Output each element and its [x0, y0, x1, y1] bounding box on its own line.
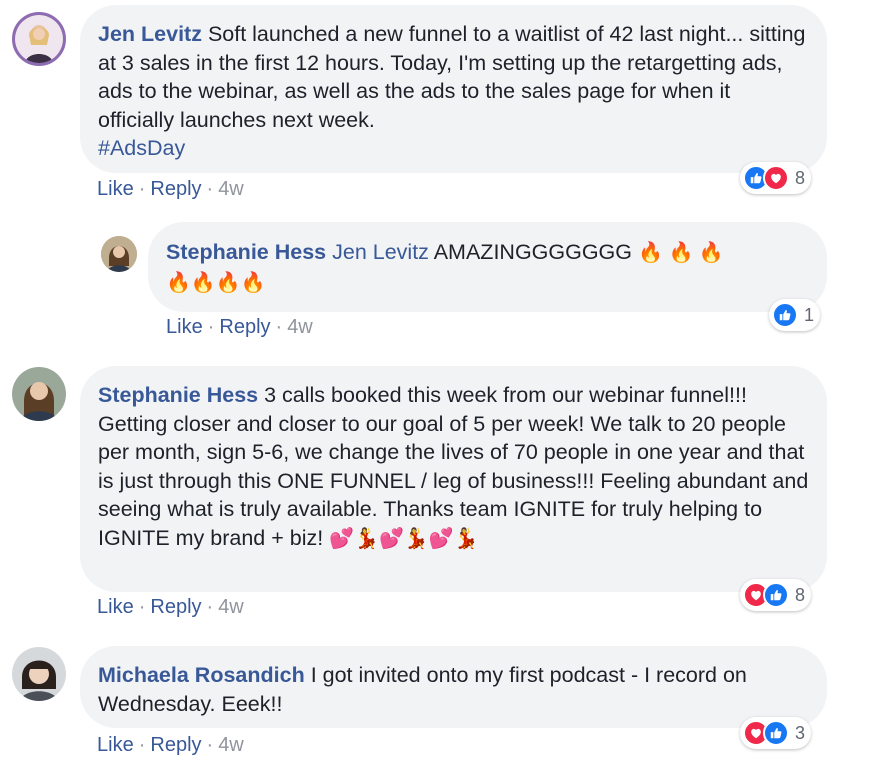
avatar[interactable] — [12, 367, 66, 421]
reaction-summary[interactable]: 8 — [740, 579, 812, 611]
like-link[interactable]: Like — [166, 316, 203, 338]
comment-actions: Like · Reply · 4w — [97, 596, 244, 618]
reply-link[interactable]: Reply — [150, 178, 201, 200]
comment-author[interactable]: Stephanie Hess — [98, 383, 258, 407]
comment-timestamp[interactable]: 4w — [218, 596, 244, 618]
like-icon — [763, 582, 789, 608]
comment-bubble: Stephanie Hess 3 calls booked this week … — [80, 366, 827, 592]
comment-text: Soft launched a new funnel to a waitlist… — [98, 22, 806, 132]
like-link[interactable]: Like — [97, 734, 134, 756]
comment-author[interactable]: Jen Levitz — [98, 22, 202, 46]
comment-author[interactable]: Michaela Rosandich — [98, 663, 305, 687]
reply-bubble: Stephanie Hess Jen Levitz AMAZINGGGGGGG … — [148, 222, 827, 312]
comment-text: AMAZINGGGGGGG — [433, 240, 633, 264]
comment-text: 3 calls booked this week from our webina… — [98, 383, 809, 550]
reaction-summary[interactable]: 8 — [740, 162, 812, 194]
comment-actions: Like · Reply · 4w — [97, 178, 244, 200]
reply-link[interactable]: Reply — [150, 734, 201, 756]
avatar[interactable] — [12, 12, 66, 66]
reply-link[interactable]: Reply — [219, 316, 270, 338]
fire-emoji: 🔥 🔥 🔥 — [638, 242, 724, 264]
reaction-count: 3 — [795, 722, 806, 743]
comment-actions: Like · Reply · 4w — [97, 734, 244, 756]
avatar[interactable] — [12, 647, 66, 701]
reaction-count: 8 — [795, 584, 806, 605]
reaction-count: 8 — [795, 167, 806, 188]
like-link[interactable]: Like — [97, 596, 134, 618]
comment-timestamp[interactable]: 4w — [218, 178, 244, 200]
reply-actions: Like · Reply · 4w — [166, 316, 313, 338]
love-icon — [763, 165, 789, 191]
comment-author[interactable]: Stephanie Hess — [166, 240, 326, 264]
reply-link[interactable]: Reply — [150, 596, 201, 618]
comment-timestamp[interactable]: 4w — [218, 734, 244, 756]
reaction-summary[interactable]: 3 — [740, 717, 812, 749]
like-link[interactable]: Like — [97, 178, 134, 200]
comment-bubble: Jen Levitz Soft launched a new funnel to… — [80, 5, 827, 173]
reaction-count: 1 — [804, 304, 815, 325]
emoji-group: 💕💃💕💃💕💃 — [329, 527, 479, 550]
like-icon — [772, 302, 798, 328]
mention-link[interactable]: Jen Levitz — [332, 240, 429, 264]
like-icon — [763, 720, 789, 746]
comment-timestamp[interactable]: 4w — [287, 316, 313, 338]
reaction-summary[interactable]: 1 — [769, 299, 821, 331]
fire-emoji: 🔥🔥🔥🔥 — [166, 271, 266, 294]
comment-bubble: Michaela Rosandich I got invited onto my… — [80, 646, 827, 728]
avatar[interactable] — [101, 236, 137, 272]
hashtag-link[interactable]: #AdsDay — [98, 136, 185, 160]
